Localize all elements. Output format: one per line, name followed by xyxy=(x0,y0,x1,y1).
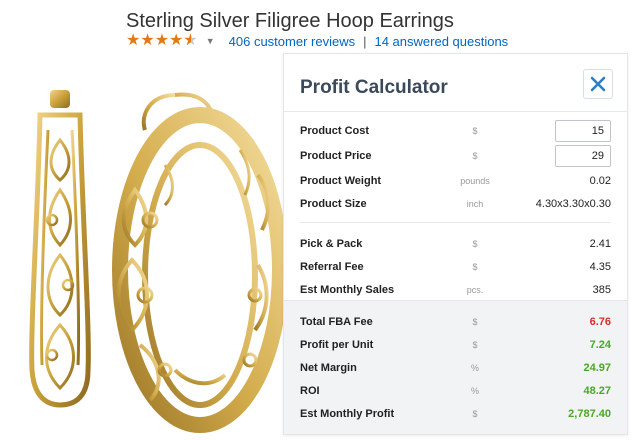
row-label: Est Monthly Sales xyxy=(300,283,395,296)
row-unit: % xyxy=(470,385,479,396)
close-x-icon xyxy=(590,76,606,92)
row-value: 7.24 xyxy=(589,338,611,351)
row-label: Product Cost xyxy=(300,124,370,137)
row-value: 4.35 xyxy=(589,260,611,273)
row-label: Product Price xyxy=(300,149,372,162)
row-label: Profit per Unit xyxy=(300,338,374,351)
left-earring xyxy=(29,90,91,408)
est-monthly-sales-row: Est Monthly Sales pcs. 385 xyxy=(300,278,611,301)
product-cost-input[interactable] xyxy=(555,119,611,142)
row-unit: $ xyxy=(472,150,478,161)
row-label: ROI xyxy=(300,384,320,397)
profit-calculator-panel: Profit Calculator Product Cost $ Product… xyxy=(283,53,628,435)
row-label: Net Margin xyxy=(300,361,357,374)
row-value: 6.76 xyxy=(589,315,611,328)
row-unit: $ xyxy=(472,408,478,419)
row-value: 48.27 xyxy=(583,384,611,397)
row-unit: $ xyxy=(472,339,478,350)
close-button[interactable] xyxy=(583,69,613,99)
pick-pack-row: Pick & Pack $ 2.41 xyxy=(300,232,611,255)
row-unit: inch xyxy=(466,198,484,209)
row-unit: $ xyxy=(472,125,478,136)
answered-questions-link[interactable]: 14 answered questions xyxy=(374,34,508,49)
row-label: Product Weight xyxy=(300,174,382,187)
net-margin-row: Net Margin % 24.97 xyxy=(300,356,611,379)
header-divider xyxy=(284,111,627,112)
row-label: Product Size xyxy=(300,197,367,210)
row-unit: pcs. xyxy=(466,284,484,295)
product-weight-row: Product Weight pounds 0.02 xyxy=(300,169,611,192)
row-value: 385 xyxy=(592,283,611,296)
total-fba-fee-row: Total FBA Fee $ 6.76 xyxy=(300,310,611,333)
row-unit: $ xyxy=(472,316,478,327)
product-meta-row: ★ ★ ★ ★ ★ ▼ 406 customer reviews | 14 an… xyxy=(126,32,508,50)
est-monthly-profit-row: Est Monthly Profit $ 2,787.40 xyxy=(300,402,611,425)
row-unit: pounds xyxy=(460,175,490,186)
row-unit: $ xyxy=(472,238,478,249)
star-icon: ★ xyxy=(140,32,155,49)
row-label: Total FBA Fee xyxy=(300,315,373,328)
row-value: 4.30x3.30x0.30 xyxy=(535,197,611,210)
roi-row: ROI % 48.27 xyxy=(300,379,611,402)
row-value: 0.02 xyxy=(589,174,611,187)
chevron-down-icon[interactable]: ▼ xyxy=(206,36,215,46)
half-star-icon: ★ xyxy=(183,33,197,50)
referral-fee-row: Referral Fee $ 4.35 xyxy=(300,255,611,278)
panel-title: Profit Calculator xyxy=(300,77,448,98)
product-size-row: Product Size inch 4.30x3.30x0.30 xyxy=(300,192,611,215)
earrings-image xyxy=(29,90,288,433)
row-value: 2,787.40 xyxy=(568,407,611,420)
product-title: Sterling Silver Filigree Hoop Earrings xyxy=(126,10,454,32)
product-cost-row: Product Cost $ xyxy=(300,119,611,142)
row-unit: % xyxy=(470,362,479,373)
right-earring xyxy=(112,92,288,433)
row-value: 24.97 xyxy=(583,361,611,374)
meta-separator: | xyxy=(363,33,367,49)
row-label: Pick & Pack xyxy=(300,237,363,250)
product-price-input[interactable] xyxy=(555,144,611,167)
star-icon: ★ xyxy=(154,32,170,49)
profit-per-unit-row: Profit per Unit $ 7.24 xyxy=(300,333,611,356)
star-rating[interactable]: ★ ★ ★ ★ ★ xyxy=(126,32,198,50)
customer-reviews-link[interactable]: 406 customer reviews xyxy=(229,34,355,49)
row-value: 2.41 xyxy=(589,237,611,250)
row-label: Est Monthly Profit xyxy=(300,407,395,420)
row-unit: $ xyxy=(472,261,478,272)
row-label: Referral Fee xyxy=(300,260,364,273)
product-price-row: Product Price $ xyxy=(300,144,611,167)
section-divider xyxy=(300,222,611,223)
star-icon: ★ xyxy=(169,32,184,49)
product-image[interactable] xyxy=(0,70,290,440)
star-icon: ★ xyxy=(126,32,141,49)
